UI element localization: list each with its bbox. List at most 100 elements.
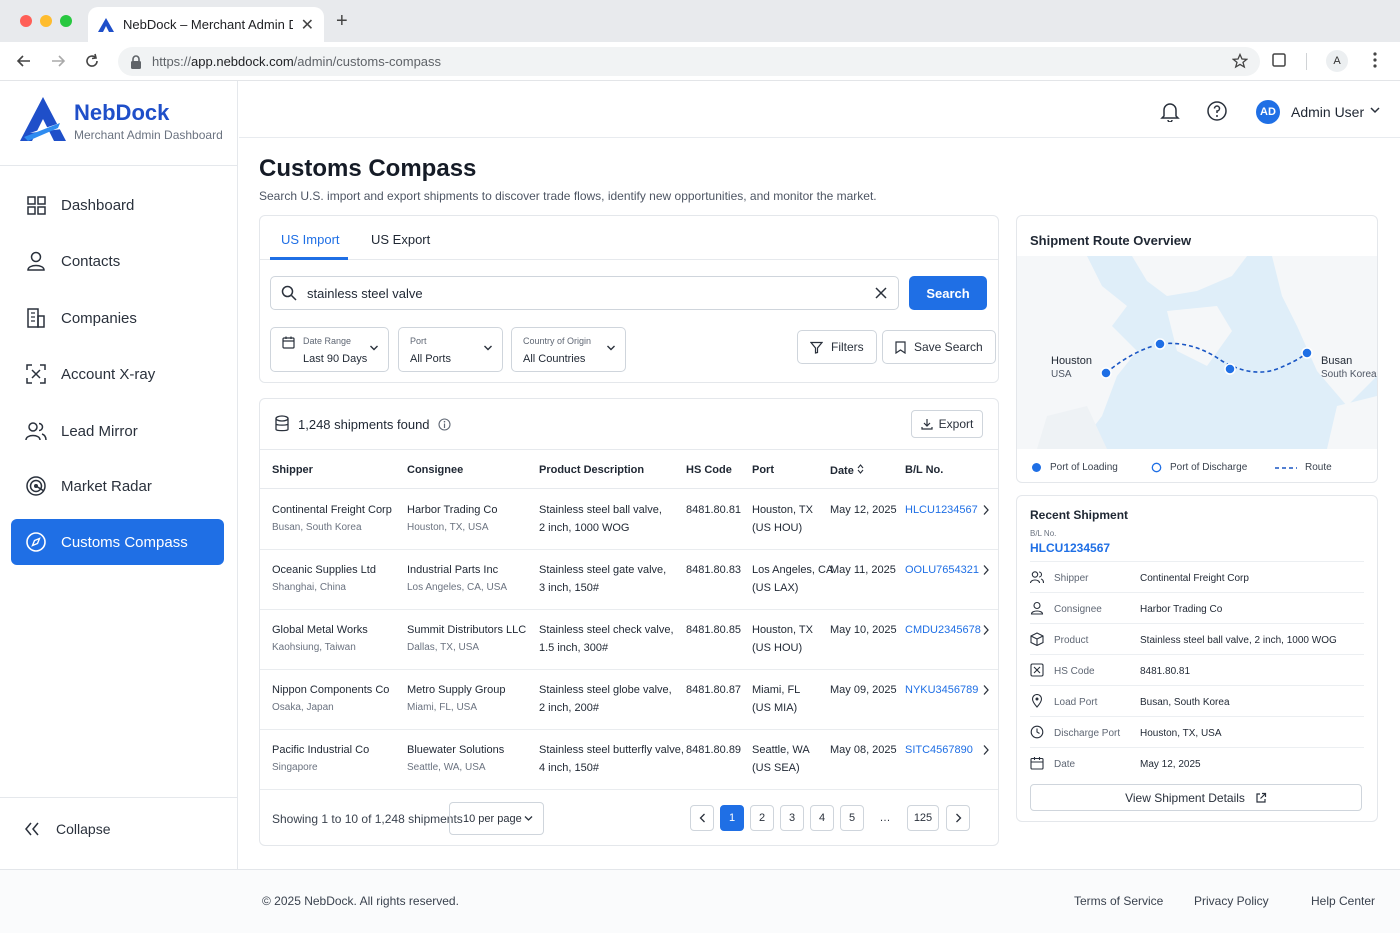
window-minimize-button[interactable] — [40, 15, 52, 27]
user-icon — [1030, 601, 1044, 615]
country-of-origin-select[interactable]: Country of Origin All Countries — [511, 327, 626, 372]
country-label: Country of Origin — [523, 336, 592, 346]
column-header-bl-no[interactable]: B/L No. — [905, 464, 943, 476]
sidebar-item-market-radar[interactable]: Market Radar — [11, 463, 224, 509]
save-search-button[interactable]: Save Search — [882, 330, 996, 364]
detail-row-load-port: Load Port Busan, South Korea — [1030, 685, 1364, 716]
chevron-right-icon[interactable] — [982, 564, 990, 576]
sidebar-item-label: Customs Compass — [61, 533, 188, 551]
lock-icon — [131, 54, 141, 69]
column-header-product[interactable]: Product Description — [539, 464, 644, 476]
cell-product-description: Stainless steel gate valve, 3 inch, 150# — [539, 564, 667, 594]
url-field[interactable]: https://app.nebdock.com/admin/customs-co… — [118, 47, 1260, 76]
column-header-port[interactable]: Port — [752, 464, 774, 476]
info-icon[interactable] — [437, 417, 451, 431]
users-icon — [25, 422, 47, 441]
radar-icon — [26, 476, 46, 496]
country-value: All Countries — [523, 353, 586, 365]
bl-number-link[interactable]: HLCU1234567 — [1030, 541, 1110, 555]
route-map[interactable]: Houston USA Busan South Korea — [1017, 256, 1377, 449]
browser-tab[interactable]: NebDock – Merchant Admin Dashboard ✕ — [88, 7, 324, 42]
collapse-button[interactable]: Collapse — [24, 821, 110, 837]
port-select[interactable]: Port All Ports — [398, 327, 503, 372]
chevron-right-icon[interactable] — [982, 744, 990, 756]
prev-page-button[interactable] — [690, 805, 714, 831]
clear-icon[interactable] — [874, 286, 888, 300]
chevron-right-icon[interactable] — [982, 504, 990, 516]
browser-menu-icon[interactable] — [1368, 51, 1382, 69]
tab-us-export[interactable]: US Export — [371, 232, 430, 247]
next-page-button[interactable] — [946, 805, 970, 831]
cell-bl-number-link[interactable]: HLCU1234567 — [905, 501, 978, 519]
page-button-3[interactable]: 3 — [780, 805, 804, 831]
table-row[interactable]: Nippon Components Co Osaka, Japan Metro Su… — [260, 670, 998, 730]
help-icon[interactable] — [1206, 100, 1228, 122]
page-button-1[interactable]: 1 — [720, 805, 744, 831]
calendar-icon — [1030, 757, 1044, 770]
new-tab-icon[interactable]: + — [336, 10, 348, 33]
column-header-shipper[interactable]: Shipper — [272, 464, 313, 476]
sidebar-item-label: Dashboard — [61, 196, 135, 214]
view-shipment-details-button[interactable]: View Shipment Details — [1030, 784, 1362, 811]
chevron-right-icon[interactable] — [982, 684, 990, 696]
cell-bl-number-link[interactable]: NYKU3456789 — [905, 681, 978, 699]
column-header-date[interactable]: Date — [830, 464, 864, 477]
brand[interactable]: NebDock Merchant Admin Dashboard — [20, 97, 223, 142]
page-button-4[interactable]: 4 — [810, 805, 834, 831]
cell-bl-number-link[interactable]: SITC4567890 — [905, 741, 973, 759]
sidebar-item-label: Contacts — [61, 252, 121, 270]
sidebar-item-label: Account X-ray — [61, 365, 156, 383]
page-button-5[interactable]: 5 — [840, 805, 864, 831]
sidebar-item-lead-mirror[interactable]: Lead Mirror — [11, 408, 224, 454]
cell-product-description: Stainless steel butterfly valve, 4 inch, … — [539, 744, 684, 774]
column-header-hs-code[interactable]: HS Code — [686, 464, 732, 476]
table-row[interactable]: Global Metal Works Kaohsiung, Taiwan Summi… — [260, 610, 998, 670]
username[interactable]: Admin User — [1291, 104, 1364, 120]
date-range-select[interactable]: Date Range Last 90 Days — [270, 327, 389, 372]
search-box[interactable] — [270, 276, 899, 310]
browser-profile-button[interactable]: A — [1326, 50, 1348, 72]
tab-close-icon[interactable]: ✕ — [301, 15, 314, 35]
box-icon — [1030, 632, 1044, 646]
cell-consignee: Industrial Parts Inc Los Angeles, CA, USA — [407, 564, 508, 593]
terms-of-service-link[interactable]: Terms of Service — [1074, 894, 1163, 908]
back-icon[interactable] — [14, 51, 34, 71]
cell-hs-code: 8481.80.89 — [686, 744, 742, 756]
sidepanel-icon[interactable] — [1270, 51, 1288, 69]
sidebar-item-account-xray[interactable]: Account X-ray — [11, 351, 224, 397]
window-close-button[interactable] — [20, 15, 32, 27]
per-page-select[interactable]: 10 per page — [449, 802, 544, 835]
bell-icon[interactable] — [1159, 100, 1181, 122]
chevron-right-icon[interactable] — [982, 624, 990, 636]
page-button-2[interactable]: 2 — [750, 805, 774, 831]
cell-consignee: Bluewater Solutions Seattle, WA, USA — [407, 744, 505, 773]
reload-icon[interactable] — [82, 51, 102, 71]
route-overview-panel: Shipment Route Overview Houston USA Busan… — [1016, 215, 1378, 483]
export-button[interactable]: Export — [911, 410, 983, 438]
cell-bl-number-link[interactable]: CMDU2345678 — [905, 621, 981, 639]
cell-hs-code: 8481.80.81 — [686, 504, 742, 516]
privacy-policy-link[interactable]: Privacy Policy — [1194, 894, 1269, 908]
sidebar-item-customs-compass[interactable]: Customs Compass — [11, 519, 224, 565]
table-row[interactable]: Pacific Industrial Co Singapore Bluewater … — [260, 730, 998, 790]
page-button-last[interactable]: 125 — [907, 805, 939, 831]
table-row[interactable]: Oceanic Supplies Ltd Shanghai, China Indus… — [260, 550, 998, 610]
sidebar-item-companies[interactable]: Companies — [11, 295, 224, 341]
sidebar-item-dashboard[interactable]: Dashboard — [11, 182, 224, 228]
window-maximize-button[interactable] — [60, 15, 72, 27]
search-button[interactable]: Search — [909, 276, 987, 310]
world-map — [1017, 256, 1377, 449]
cell-bl-number-link[interactable]: OOLU7654321 — [905, 561, 979, 579]
column-header-consignee[interactable]: Consignee — [407, 464, 463, 476]
table-row[interactable]: Continental Freight Corp Busan, South Kor… — [260, 490, 998, 550]
forward-icon[interactable] — [48, 51, 68, 71]
filters-button[interactable]: Filters — [797, 330, 877, 364]
avatar[interactable]: AD — [1256, 100, 1280, 124]
chrome-divider — [1306, 53, 1307, 70]
sidebar-item-contacts[interactable]: Contacts — [11, 238, 224, 284]
help-center-link[interactable]: Help Center — [1311, 894, 1375, 908]
tab-us-import[interactable]: US Import — [281, 232, 340, 247]
search-input[interactable] — [307, 285, 847, 301]
chevron-down-icon[interactable] — [1369, 106, 1381, 114]
bookmark-star-icon[interactable] — [1232, 53, 1248, 69]
